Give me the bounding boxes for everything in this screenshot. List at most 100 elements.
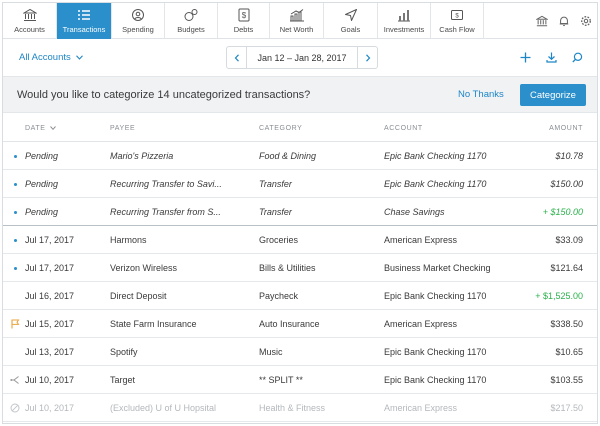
nav-goals[interactable]: Goals bbox=[324, 3, 378, 39]
nav-transactions[interactable]: Transactions bbox=[57, 3, 112, 39]
column-header-payee[interactable]: PAYEE bbox=[110, 125, 135, 132]
cell-category[interactable]: Transfer bbox=[259, 207, 379, 217]
table-row[interactable]: Pending Mario's Pizzeria Food & Dining E… bbox=[3, 142, 597, 170]
cell-amount: $10.65 bbox=[555, 347, 583, 357]
column-header-date-label: DATE bbox=[25, 125, 46, 132]
cell-payee: Recurring Transfer to Savi... bbox=[110, 179, 222, 189]
cell-amount: $150.00 bbox=[550, 179, 583, 189]
bank-icon[interactable] bbox=[531, 15, 553, 27]
cell-amount: + $150.00 bbox=[542, 207, 583, 217]
categorize-question: Would you like to categorize 14 uncatego… bbox=[17, 89, 311, 101]
nav-budgets[interactable]: Budgets bbox=[165, 3, 218, 39]
chevron-left-icon[interactable] bbox=[227, 47, 247, 68]
table-row[interactable]: Pending Recurring Transfer to Savi... Tr… bbox=[3, 170, 597, 198]
table-row[interactable]: Jul 10, 2017 (Excluded) U of U Hopsital … bbox=[3, 394, 597, 422]
categorize-banner: Would you like to categorize 14 uncatego… bbox=[3, 76, 597, 113]
cell-category[interactable]: Bills & Utilities bbox=[259, 263, 379, 273]
nav-spending[interactable]: Spending bbox=[112, 3, 165, 39]
column-header-account[interactable]: ACCOUNT bbox=[384, 125, 423, 132]
search-icon[interactable] bbox=[571, 51, 583, 63]
nav-label: Goals bbox=[340, 25, 361, 34]
budgets-icon bbox=[165, 8, 217, 24]
unreviewed-dot-icon bbox=[10, 151, 20, 161]
nav-label: Budgets bbox=[177, 25, 205, 34]
column-header-category[interactable]: CATEGORY bbox=[259, 125, 302, 132]
nav-net-worth[interactable]: Net Worth bbox=[270, 3, 324, 39]
column-header-date[interactable]: DATE bbox=[25, 125, 56, 132]
app-window: Accounts Transactions Spending Budgets $… bbox=[2, 2, 598, 424]
flag-icon[interactable] bbox=[10, 319, 20, 329]
list-icon bbox=[57, 8, 111, 24]
table-row[interactable]: Jul 10, 2017 Target ** SPLIT ** Epic Ban… bbox=[3, 366, 597, 394]
cell-payee: State Farm Insurance bbox=[110, 319, 197, 329]
unreviewed-dot-icon bbox=[10, 235, 20, 245]
cell-payee: Mario's Pizzeria bbox=[110, 151, 174, 161]
cell-category[interactable]: Paycheck bbox=[259, 291, 379, 301]
cell-amount: $103.55 bbox=[550, 375, 583, 385]
investments-icon bbox=[378, 8, 430, 24]
cell-category[interactable]: Music bbox=[259, 347, 379, 357]
cell-payee: Target bbox=[110, 375, 136, 385]
bank-icon bbox=[3, 8, 56, 24]
cell-date: Pending bbox=[25, 207, 59, 217]
cell-category[interactable]: Groceries bbox=[259, 235, 379, 245]
cell-date: Jul 15, 2017 bbox=[25, 319, 75, 329]
cell-payee: Harmons bbox=[110, 235, 147, 245]
date-range-label[interactable]: Jan 12 – Jan 28, 2017 bbox=[247, 53, 357, 63]
categorize-button[interactable]: Categorize bbox=[520, 84, 586, 106]
cell-payee: Spotify bbox=[110, 347, 138, 357]
cell-amount: $338.50 bbox=[550, 319, 583, 329]
column-header-amount[interactable]: AMOUNT bbox=[549, 125, 583, 132]
nav-investments[interactable]: Investments bbox=[378, 3, 431, 39]
cell-date: Jul 10, 2017 bbox=[25, 375, 75, 385]
nav-label: Net Worth bbox=[279, 25, 314, 34]
toolbar-actions bbox=[519, 51, 583, 63]
cell-category[interactable]: Food & Dining bbox=[259, 151, 379, 161]
spending-icon bbox=[112, 8, 164, 24]
goals-icon bbox=[324, 8, 377, 24]
table-row[interactable]: Jul 16, 2017 Direct Deposit Paycheck Epi… bbox=[3, 282, 597, 310]
nav-label: Cash Flow bbox=[439, 25, 475, 34]
transactions-list: Pending Mario's Pizzeria Food & Dining E… bbox=[3, 142, 597, 422]
chevron-down-icon bbox=[75, 52, 83, 63]
table-row[interactable]: Jul 13, 2017 Spotify Music Epic Bank Che… bbox=[3, 338, 597, 366]
cell-payee: Direct Deposit bbox=[110, 291, 167, 301]
nav-label: Accounts bbox=[14, 25, 45, 34]
nav-accounts[interactable]: Accounts bbox=[3, 3, 57, 39]
cell-date: Jul 10, 2017 bbox=[25, 403, 75, 413]
svg-text:$: $ bbox=[455, 14, 459, 20]
nav-label: Investments bbox=[383, 25, 425, 34]
svg-text:$: $ bbox=[241, 11, 246, 20]
cell-date: Jul 16, 2017 bbox=[25, 291, 75, 301]
cell-payee: Verizon Wireless bbox=[110, 263, 178, 273]
table-row[interactable]: Jul 17, 2017 Harmons Groceries American … bbox=[3, 226, 597, 254]
nav-right-icons bbox=[531, 3, 597, 39]
date-range-picker: Jan 12 – Jan 28, 2017 bbox=[226, 46, 378, 69]
cell-payee: Recurring Transfer from S... bbox=[110, 207, 221, 217]
chevron-right-icon[interactable] bbox=[357, 47, 377, 68]
nav-label: Transactions bbox=[62, 25, 106, 34]
cell-category[interactable]: ** SPLIT ** bbox=[259, 375, 379, 385]
gear-icon[interactable] bbox=[575, 15, 597, 27]
table-row[interactable]: Jul 17, 2017 Verizon Wireless Bills & Ut… bbox=[3, 254, 597, 282]
cell-category[interactable]: Auto Insurance bbox=[259, 319, 379, 329]
download-icon[interactable] bbox=[545, 51, 557, 63]
sort-down-icon bbox=[50, 126, 56, 131]
no-thanks-button[interactable]: No Thanks bbox=[458, 89, 504, 100]
nav-label: Spending bbox=[122, 25, 154, 34]
table-row[interactable]: Pending Recurring Transfer from S... Tra… bbox=[3, 198, 597, 226]
split-icon bbox=[10, 375, 20, 385]
cell-category[interactable]: Transfer bbox=[259, 179, 379, 189]
account-filter-dropdown[interactable]: All Accounts bbox=[19, 52, 83, 63]
cell-category[interactable]: Health & Fitness bbox=[259, 403, 379, 413]
cell-amount: + $1,525.00 bbox=[535, 291, 583, 301]
nav-debts[interactable]: $ Debts bbox=[218, 3, 270, 39]
unreviewed-dot-icon bbox=[10, 207, 20, 217]
nav-cash-flow[interactable]: $ Cash Flow bbox=[431, 3, 484, 39]
cell-date: Jul 13, 2017 bbox=[25, 347, 75, 357]
add-icon[interactable] bbox=[519, 51, 531, 63]
table-row[interactable]: Jul 15, 2017 State Farm Insurance Auto I… bbox=[3, 310, 597, 338]
cell-date: Pending bbox=[25, 151, 59, 161]
account-filter-label: All Accounts bbox=[19, 52, 71, 63]
bell-icon[interactable] bbox=[553, 15, 575, 27]
